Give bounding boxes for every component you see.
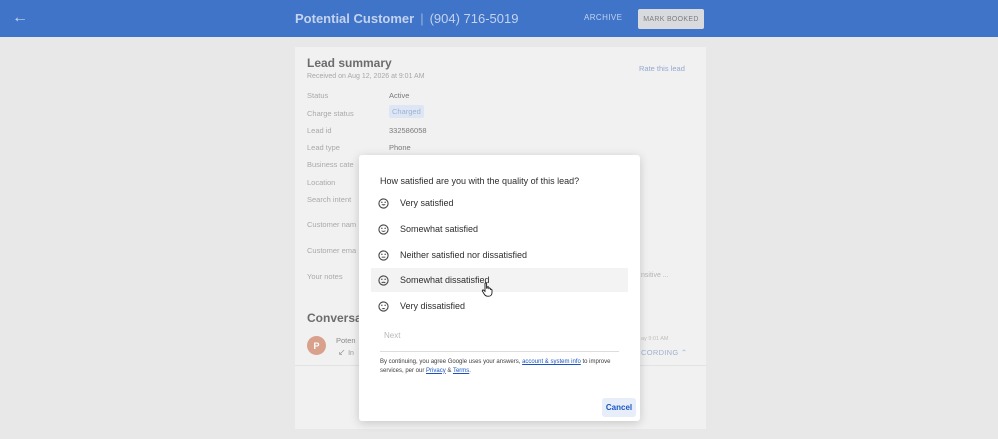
cancel-button[interactable]: Cancel	[602, 398, 636, 417]
customer-name: Potential Customer	[295, 11, 415, 26]
charge-status-value: Charged	[389, 105, 424, 118]
dialog-divider	[380, 351, 619, 352]
status-value: Active	[389, 91, 410, 100]
disclaimer-text: By continuing, you agree Google uses you…	[380, 358, 623, 375]
business-category-label: Business cate	[307, 160, 354, 169]
option-somewhat-satisfied[interactable]: Somewhat satisfied	[371, 217, 628, 241]
lead-received-date: Received on Aug 12, 2026 at 9:01 AM	[307, 73, 425, 80]
account-system-info-link[interactable]: account & system info	[522, 359, 581, 365]
lead-id-value: 332586058	[389, 126, 427, 135]
customer-phone: (904) 716-5019	[429, 11, 519, 26]
option-somewhat-dissatisfied[interactable]: Somewhat dissatisfied	[371, 268, 628, 292]
call-direction: In	[348, 350, 354, 357]
archive-button[interactable]: ARCHIVE	[584, 13, 622, 22]
charged-badge: Charged	[389, 105, 424, 118]
conversation-caller-name: Poten	[336, 336, 356, 345]
avatar: P	[307, 336, 326, 355]
option-label: Very satisfied	[400, 198, 454, 208]
somewhat-satisfied-icon	[378, 223, 389, 235]
incoming-call-icon: ↙ In	[338, 347, 354, 358]
option-very-satisfied[interactable]: Very satisfied	[371, 191, 628, 215]
top-app-bar: ← Potential Customer | (904) 716-5019 ARCH…	[0, 0, 998, 37]
lead-type-label: Lead type	[307, 143, 340, 152]
mark-booked-button[interactable]: MARK BOOKED	[638, 9, 704, 29]
option-neutral[interactable]: Neither satisfied nor dissatisfied	[371, 243, 628, 267]
conversation-time: ay 9:01 AM	[641, 336, 669, 342]
hand-pointer-cursor-icon	[481, 282, 493, 297]
satisfaction-dialog: How satisfied are you with the quality o…	[359, 155, 640, 421]
location-label: Location	[307, 178, 336, 187]
disclaimer-suffix: .	[469, 367, 471, 374]
page-title: Potential Customer | (904) 716-5019	[295, 11, 518, 26]
privacy-link[interactable]: Privacy	[426, 368, 446, 374]
option-label: Neither satisfied nor dissatisfied	[400, 250, 528, 260]
chevron-up-icon: ⌃	[680, 348, 688, 357]
recording-toggle[interactable]: CORDING ⌃	[641, 348, 688, 357]
notes-hint: nsitive ...	[641, 272, 669, 279]
search-intent-label: Search intent	[307, 195, 352, 204]
lead-type-value: Phone	[389, 143, 411, 152]
charge-status-label: Charge status	[307, 109, 354, 118]
next-button[interactable]: Next	[384, 331, 400, 340]
option-label: Somewhat dissatisfied	[400, 275, 490, 285]
customer-email-label: Customer ema	[307, 246, 357, 255]
customer-name-label: Customer nam	[307, 220, 357, 229]
incoming-arrow-glyph: ↙	[338, 347, 346, 357]
option-label: Very dissatisfied	[400, 301, 466, 311]
disclaimer-prefix: By continuing, you agree Google uses you…	[380, 359, 523, 365]
somewhat-dissatisfied-icon	[378, 274, 389, 286]
status-label: Status	[307, 91, 329, 100]
disclaimer-amp: &	[445, 367, 453, 374]
lead-summary-title: Lead summary	[307, 56, 392, 70]
back-arrow-icon[interactable]: ←	[12, 9, 28, 27]
dialog-question: How satisfied are you with the quality o…	[380, 176, 580, 186]
option-very-dissatisfied[interactable]: Very dissatisfied	[371, 294, 628, 318]
lead-id-label: Lead id	[307, 126, 332, 135]
option-label: Somewhat satisfied	[400, 224, 479, 234]
very-dissatisfied-icon	[378, 300, 389, 312]
neutral-icon	[378, 249, 389, 261]
terms-link[interactable]: Terms	[453, 368, 469, 374]
rate-this-lead-link[interactable]: Rate this lead	[639, 64, 685, 73]
your-notes-label: Your notes	[307, 272, 343, 281]
recording-label: CORDING	[641, 348, 679, 357]
very-satisfied-icon	[378, 197, 389, 209]
title-separator: |	[420, 11, 424, 26]
